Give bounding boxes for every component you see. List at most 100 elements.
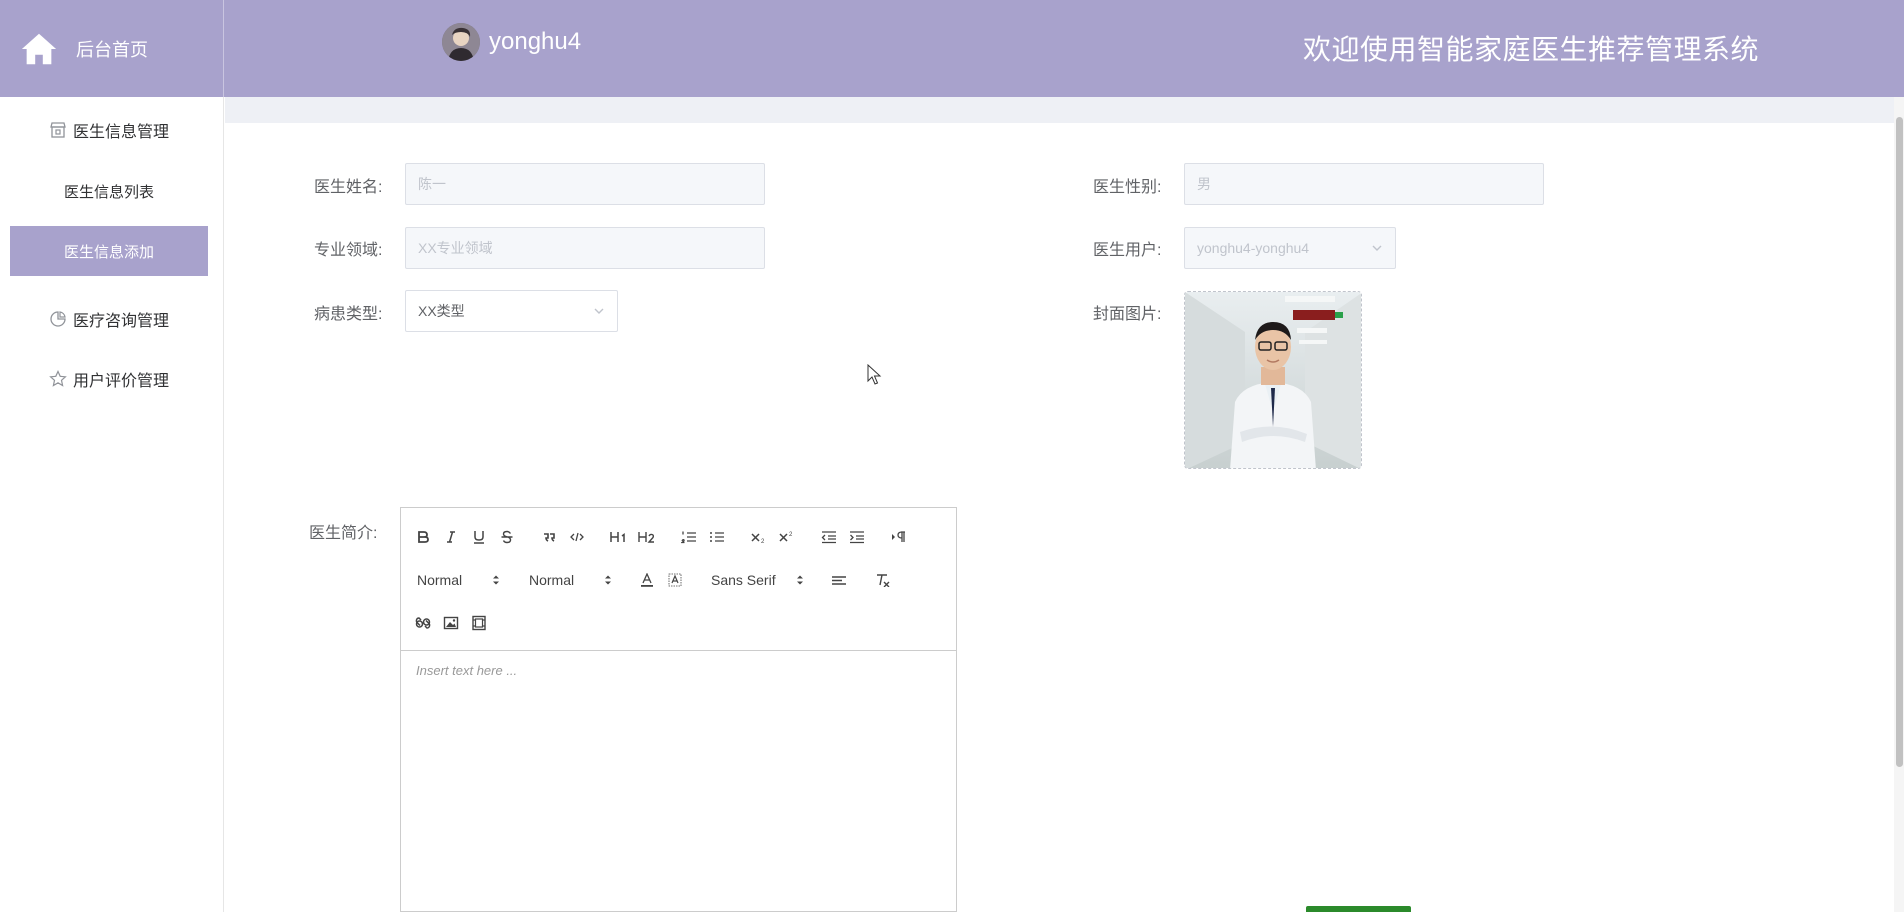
scrollbar-thumb[interactable]: [1896, 117, 1903, 767]
strike-button[interactable]: [495, 526, 519, 548]
quote-icon: [544, 533, 555, 542]
home-icon: [21, 33, 57, 64]
main-top-strip: [225, 97, 1904, 123]
system-title: 欢迎使用智能家庭医生推荐管理系统: [1303, 34, 1760, 65]
page-scrollbar[interactable]: [1894, 97, 1904, 912]
svg-text:2: 2: [761, 539, 765, 544]
code-block-button[interactable]: [565, 526, 589, 548]
disease-type-select[interactable]: XX类型: [405, 290, 618, 332]
doctor-photo: [1185, 292, 1361, 468]
sidebar-item-review-management[interactable]: 用户评价管理: [10, 354, 208, 404]
sidebar-item-doctor-management[interactable]: 医生信息管理: [10, 105, 208, 155]
ordered-list-icon: [681, 531, 696, 544]
specialty-field-input[interactable]: XX专业领域: [405, 227, 765, 269]
clear-format-button[interactable]: [871, 569, 895, 591]
superscript-button[interactable]: 2: [775, 526, 799, 548]
intro-label: 医生简介:: [309, 525, 378, 542]
doctor-user-label: 医生用户:: [1093, 242, 1162, 259]
text-direction-button[interactable]: [887, 526, 911, 548]
mouse-cursor-icon: [867, 364, 882, 385]
outdent-button[interactable]: [817, 526, 841, 548]
subscript-icon: 2: [751, 533, 765, 544]
header-picker[interactable]: Normal: [417, 569, 501, 591]
indent-icon: [850, 531, 864, 544]
rich-text-editor: 2 2 Normal Normal Sans Serif Insert text…: [400, 507, 957, 912]
sidebar-item-doctor-add[interactable]: 医生信息添加: [10, 226, 208, 276]
cover-image-label: 封面图片:: [1093, 306, 1162, 323]
doctor-user-select[interactable]: yonghu4-yonghu4: [1184, 227, 1396, 269]
align-button[interactable]: [827, 569, 851, 591]
outdent-icon: [821, 531, 836, 544]
bold-icon: [418, 531, 429, 543]
strike-icon: [501, 530, 513, 544]
video-button[interactable]: [467, 612, 491, 634]
doctor-gender-label: 医生性别:: [1093, 179, 1162, 196]
home-label: 后台首页: [76, 39, 148, 60]
size-picker[interactable]: Normal: [529, 569, 613, 591]
picker-arrows-icon: [605, 575, 611, 585]
doctor-gender-input[interactable]: 男: [1184, 163, 1544, 205]
h2-icon: [638, 532, 655, 543]
svg-text:2: 2: [789, 532, 793, 538]
sidebar-item-label: 医生信息管理: [72, 124, 169, 141]
header1-button[interactable]: [607, 526, 631, 548]
video-icon: [472, 615, 486, 631]
bullet-list-icon: [710, 532, 724, 542]
rtl-icon: [892, 531, 905, 542]
star-icon: [49, 370, 67, 387]
header2-button[interactable]: [635, 526, 659, 548]
h1-icon: [610, 532, 625, 542]
text-color-icon: [641, 573, 653, 587]
shop-icon: [50, 122, 66, 138]
underline-icon: [474, 531, 484, 544]
top-header: 后台首页 yonghu4 欢迎使用智能家庭医生推荐管理系统: [0, 0, 1904, 97]
ordered-list-button[interactable]: [677, 526, 701, 548]
chevron-down-icon: [1372, 245, 1382, 251]
indent-button[interactable]: [845, 526, 869, 548]
cover-image-upload[interactable]: [1184, 291, 1362, 469]
editor-toolbar: 2 2 Normal Normal Sans Serif: [401, 508, 956, 651]
doctor-user-value: yonghu4-yonghu4: [1197, 240, 1310, 256]
user-menu[interactable]: yonghu4: [442, 23, 581, 61]
doctor-name-input[interactable]: 陈一: [405, 163, 765, 205]
font-picker-value: Sans Serif: [711, 572, 776, 588]
link-button[interactable]: [411, 612, 435, 634]
sidebar-item-label: 医生信息列表: [63, 183, 154, 201]
font-picker[interactable]: Sans Serif: [711, 569, 805, 591]
link-icon: [415, 617, 431, 629]
sidebar-item-label: 医生信息添加: [63, 243, 154, 261]
avatar: [442, 23, 480, 61]
background-color-button[interactable]: [663, 569, 687, 591]
image-button[interactable]: [439, 612, 463, 634]
italic-button[interactable]: [439, 526, 463, 548]
align-left-icon: [832, 576, 846, 585]
sidebar: 医生信息管理 医生信息列表 医生信息添加 医疗咨询管理 用户评价管理: [0, 97, 224, 912]
sidebar-item-label: 医疗咨询管理: [72, 313, 169, 330]
sidebar-item-consultation-management[interactable]: 医疗咨询管理: [10, 294, 208, 344]
username: yonghu4: [489, 28, 582, 55]
subscript-button[interactable]: 2: [747, 526, 771, 548]
specialty-field-label: 专业领域:: [314, 242, 383, 259]
blockquote-button[interactable]: [537, 526, 561, 548]
highlight-icon: [668, 573, 682, 587]
submit-button-edge[interactable]: [1306, 906, 1411, 912]
bold-button[interactable]: [411, 526, 435, 548]
home-link[interactable]: 后台首页: [0, 0, 224, 97]
editor-text-area[interactable]: Insert text here ...: [401, 651, 956, 912]
superscript-icon: 2: [779, 532, 793, 542]
doctor-name-label: 医生姓名:: [314, 179, 383, 196]
disease-type-label: 病患类型:: [314, 306, 383, 323]
size-picker-value: Normal: [529, 572, 575, 588]
italic-icon: [447, 531, 455, 543]
text-color-button[interactable]: [635, 569, 659, 591]
clear-format-icon: [877, 574, 890, 587]
header-picker-value: Normal: [417, 572, 463, 588]
chevron-down-icon: [594, 308, 604, 314]
bullet-list-button[interactable]: [705, 526, 729, 548]
sidebar-item-label: 用户评价管理: [72, 373, 169, 390]
picker-arrows-icon: [797, 575, 803, 585]
disease-type-value: XX类型: [418, 303, 465, 319]
image-icon: [443, 616, 459, 630]
sidebar-item-doctor-list[interactable]: 医生信息列表: [10, 166, 208, 216]
underline-button[interactable]: [467, 526, 491, 548]
